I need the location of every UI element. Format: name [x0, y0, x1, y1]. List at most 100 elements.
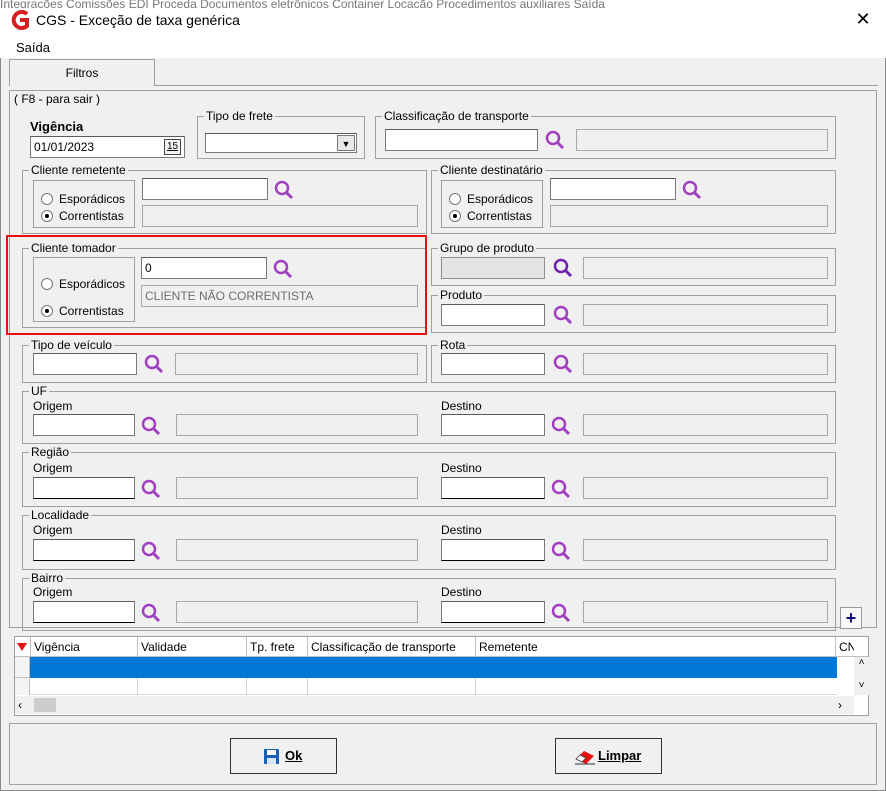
scroll-up-icon[interactable]: ˄ [856, 657, 867, 669]
scroll-left-icon[interactable]: ‹ [18, 698, 30, 712]
rota-label: Rota [440, 338, 466, 352]
classificacao-label: Classificação de transporte [384, 109, 529, 123]
regiao-origem-name-field [176, 477, 418, 499]
produto-code-input[interactable] [441, 304, 545, 326]
regiao-destino-label: Destino [441, 461, 482, 475]
regiao-origem-input[interactable] [33, 477, 135, 499]
bairro-destino-name-field [583, 601, 828, 623]
search-icon[interactable] [273, 179, 295, 201]
bairro-origem-label: Origem [33, 585, 73, 599]
limpar-label: Limpar [598, 748, 642, 763]
uf-destino-name-field [583, 414, 828, 436]
menu-bar [0, 36, 886, 58]
rota-code-input[interactable] [441, 353, 545, 375]
search-icon[interactable] [550, 478, 572, 500]
uf-origem-label: Origem [33, 399, 73, 413]
chevron-down-icon[interactable]: ▼ [337, 135, 355, 151]
regiao-destino-input[interactable] [441, 477, 545, 499]
destinatario-esporadicos-radio[interactable] [449, 193, 461, 205]
scroll-right-icon[interactable]: › [838, 698, 850, 712]
uf-destino-input[interactable] [441, 414, 545, 436]
button-area [9, 723, 877, 785]
search-icon[interactable] [143, 353, 165, 375]
search-icon[interactable] [550, 540, 572, 562]
scroll-thumb[interactable] [34, 698, 56, 712]
cliente-remetente-label: Cliente remetente [31, 163, 126, 177]
localidade-destino-label: Destino [441, 523, 482, 537]
table-row[interactable] [30, 657, 837, 678]
search-icon[interactable] [140, 540, 162, 562]
grid-divider [246, 678, 247, 695]
column-header[interactable]: CN [836, 637, 854, 657]
close-icon[interactable]: ✕ [848, 6, 878, 32]
regiao-origem-label: Origem [33, 461, 73, 475]
limpar-button[interactable]: Limpar [555, 738, 662, 774]
tipo-frete-select[interactable] [205, 133, 357, 153]
localidade-origem-label: Origem [33, 523, 73, 537]
destinatario-code-input[interactable] [550, 178, 676, 200]
panel-caption: ( F8 - para sair ) [14, 92, 101, 106]
tipo-veiculo-name-field [175, 353, 418, 375]
window-title: CGS - Exceção de taxa genérica [36, 12, 240, 28]
grupo-produto-label: Grupo de produto [440, 241, 535, 255]
remetente-code-input[interactable] [142, 178, 268, 200]
tipo-frete-label: Tipo de frete [206, 109, 273, 123]
sort-indicator-icon [17, 643, 27, 651]
tab-filtros[interactable]: Filtros [9, 59, 155, 86]
ok-button[interactable]: Ok [230, 738, 337, 774]
destinatario-correntistas-label: Correntistas [467, 209, 532, 223]
classificacao-name-field [576, 129, 828, 151]
bairro-origem-name-field [176, 601, 418, 623]
tipo-veiculo-code-input[interactable] [33, 353, 137, 375]
search-icon[interactable] [552, 304, 574, 326]
bairro-origem-input[interactable] [33, 601, 135, 623]
search-icon[interactable] [681, 179, 703, 201]
column-header[interactable]: Validade [138, 637, 247, 657]
tipo-veiculo-label: Tipo de veículo [31, 338, 112, 352]
regiao-label: Região [31, 445, 70, 459]
bairro-destino-label: Destino [441, 585, 482, 599]
column-header[interactable]: Tp. frete [247, 637, 308, 657]
grupo-produto-code-input[interactable] [441, 257, 545, 279]
remetente-correntistas-radio[interactable] [41, 210, 53, 222]
horizontal-scrollbar[interactable] [15, 696, 854, 714]
search-icon[interactable] [550, 602, 572, 624]
uf-origem-input[interactable] [33, 414, 135, 436]
remetente-esporadicos-radio[interactable] [41, 193, 53, 205]
localidade-destino-input[interactable] [441, 539, 545, 561]
localidade-origem-input[interactable] [33, 539, 135, 561]
remetente-esporadicos-label: Esporádicos [59, 192, 126, 206]
bairro-destino-input[interactable] [441, 601, 545, 623]
localidade-destino-name-field [583, 539, 828, 561]
localidade-origem-name-field [176, 539, 418, 561]
search-icon[interactable] [550, 415, 572, 437]
remetente-name-field [142, 205, 418, 227]
scroll-down-icon[interactable]: ˅ [856, 680, 867, 692]
search-icon[interactable] [544, 129, 566, 151]
row-indicator [15, 678, 30, 695]
classificacao-code-input[interactable] [385, 129, 538, 151]
localidade-label: Localidade [31, 508, 90, 522]
grid-divider [307, 678, 308, 695]
search-icon[interactable] [140, 415, 162, 437]
search-icon[interactable] [552, 257, 574, 279]
row-indicator [15, 657, 30, 678]
cliente-destinatario-label: Cliente destinatário [440, 163, 543, 177]
produto-name-field [583, 304, 828, 326]
uf-origem-name-field [176, 414, 418, 436]
menu-saida[interactable]: Saída [16, 40, 50, 55]
column-header[interactable]: Remetente [476, 637, 836, 657]
search-icon[interactable] [552, 353, 574, 375]
destinatario-correntistas-radio[interactable] [449, 210, 461, 222]
search-icon[interactable] [140, 478, 162, 500]
column-header[interactable]: Classificação de transporte [308, 637, 476, 657]
grid-divider [475, 678, 476, 695]
calendar-icon[interactable]: 15 [164, 139, 181, 155]
table-row[interactable] [30, 678, 837, 695]
search-icon[interactable] [140, 602, 162, 624]
regiao-destino-name-field [583, 477, 828, 499]
vigencia-input[interactable]: 01/01/2023 [30, 136, 185, 158]
column-header[interactable]: Vigência [30, 637, 138, 657]
grid-divider [137, 678, 138, 695]
add-button[interactable]: + [840, 607, 862, 629]
